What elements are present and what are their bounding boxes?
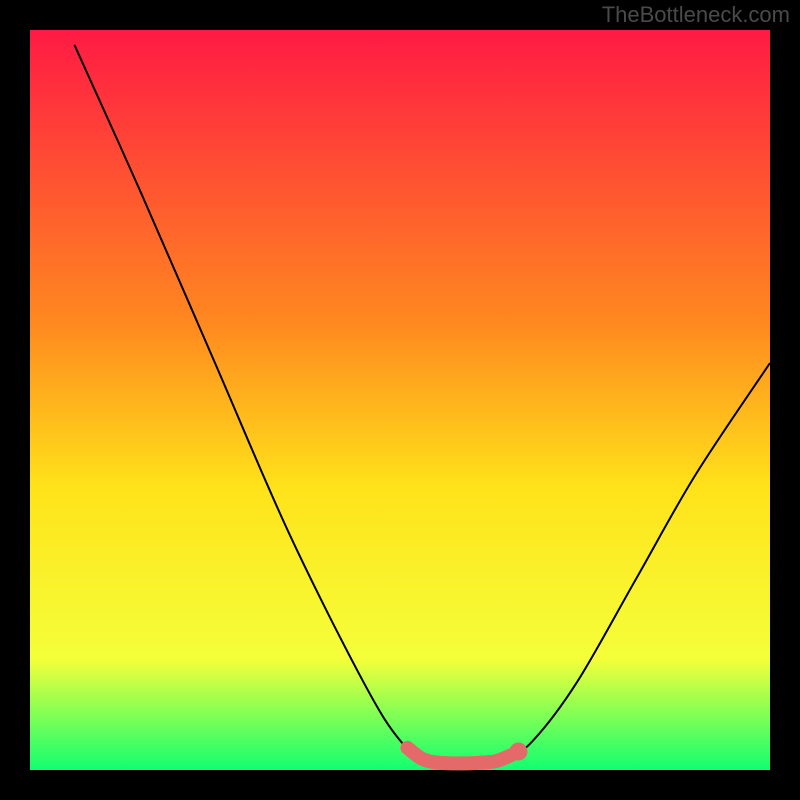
attribution-label: TheBottleneck.com [602, 2, 790, 27]
plot-area [30, 30, 770, 770]
bottleneck-chart: TheBottleneck.com [0, 0, 800, 800]
marker-dot [509, 743, 527, 761]
